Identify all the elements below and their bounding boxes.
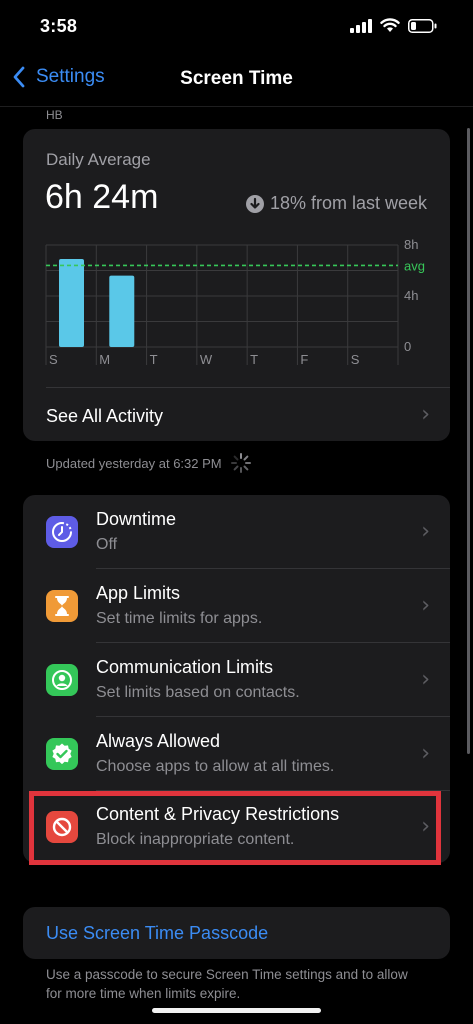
chevron-right-icon: › <box>421 667 430 692</box>
chart-category-label: T <box>250 352 258 367</box>
highlight-box <box>29 791 441 865</box>
chevron-right-icon: › <box>421 519 430 544</box>
chart-category-label: W <box>200 352 213 367</box>
battery-icon <box>408 18 437 33</box>
status-icons <box>350 18 437 33</box>
downtime-title: Downtime <box>96 509 177 529</box>
updated-label: Updated yesterday at 6:32 PM <box>46 455 222 471</box>
chevron-right-icon: › <box>421 402 430 427</box>
see-all-activity-row[interactable]: See All Activity › <box>23 388 450 441</box>
hourglass-icon <box>46 590 78 622</box>
use-passcode-button[interactable]: Use Screen Time Passcode <box>23 907 450 959</box>
page-title: Screen Time <box>180 68 293 89</box>
chart-category-label: S <box>351 352 360 367</box>
communication-limits-row[interactable]: Communication Limits Set limits based on… <box>23 643 450 716</box>
app-limits-title: App Limits <box>96 583 181 603</box>
daily-average-card: Daily Average 6h 24m 18% from last week … <box>23 129 450 441</box>
see-all-activity-label: See All Activity <box>46 406 164 426</box>
downtime-icon <box>46 516 78 548</box>
always-allowed-row[interactable]: Always Allowed Choose apps to allow at a… <box>23 717 450 790</box>
wifi-icon <box>380 18 400 32</box>
loading-spinner-icon <box>230 453 251 473</box>
person-icon <box>46 664 78 696</box>
chart-category-label: F <box>300 352 308 367</box>
chart-bar <box>109 275 135 347</box>
passcode-card: Use Screen Time Passcode <box>23 907 450 959</box>
account-initials: HB <box>46 108 63 122</box>
trend: 18% from last week <box>245 193 427 214</box>
chevron-right-icon: › <box>421 741 430 766</box>
always-allowed-subtitle: Choose apps to allow at all times. <box>96 758 335 775</box>
daily-average-value: 6h 24m <box>45 178 159 216</box>
chevron-right-icon: › <box>421 593 430 618</box>
nav-divider <box>0 106 473 107</box>
home-indicator[interactable] <box>152 1008 321 1013</box>
downtime-row[interactable]: Downtime Off › <box>23 495 450 568</box>
updated-status: Updated yesterday at 6:32 PM <box>46 452 252 474</box>
app-limits-row[interactable]: App Limits Set time limits for apps. › <box>23 569 450 642</box>
chart-y-tick-label: 8h <box>404 237 418 252</box>
chart-y-tick-label: 4h <box>404 288 418 303</box>
use-passcode-label: Use Screen Time Passcode <box>46 923 269 943</box>
scrollbar[interactable] <box>467 128 470 754</box>
status-time: 3:58 <box>40 16 78 36</box>
always-allowed-title: Always Allowed <box>96 731 221 751</box>
downtime-subtitle: Off <box>96 536 118 553</box>
daily-average-label: Daily Average <box>46 150 151 169</box>
chart-category-label: T <box>150 352 158 367</box>
checkmark-badge-icon <box>46 738 78 770</box>
trend-text: 18% from last week <box>269 193 427 213</box>
chart-y-tick-label: 0 <box>404 339 411 354</box>
chart-category-label: M <box>99 352 110 367</box>
app-limits-subtitle: Set time limits for apps. <box>96 610 263 627</box>
chart-category-label: S <box>49 352 58 367</box>
communication-limits-subtitle: Set limits based on contacts. <box>96 684 300 701</box>
cellular-signal-icon <box>350 18 372 33</box>
communication-limits-title: Communication Limits <box>96 657 274 677</box>
arrow-down-circle-icon <box>245 194 264 213</box>
passcode-footer: Use a passcode to secure Screen Time set… <box>46 967 408 1001</box>
chart-bar <box>59 259 84 347</box>
usage-chart: avg 8h 4h 0 S M T W T F S <box>45 237 425 367</box>
chart-avg-label: avg <box>404 258 425 273</box>
